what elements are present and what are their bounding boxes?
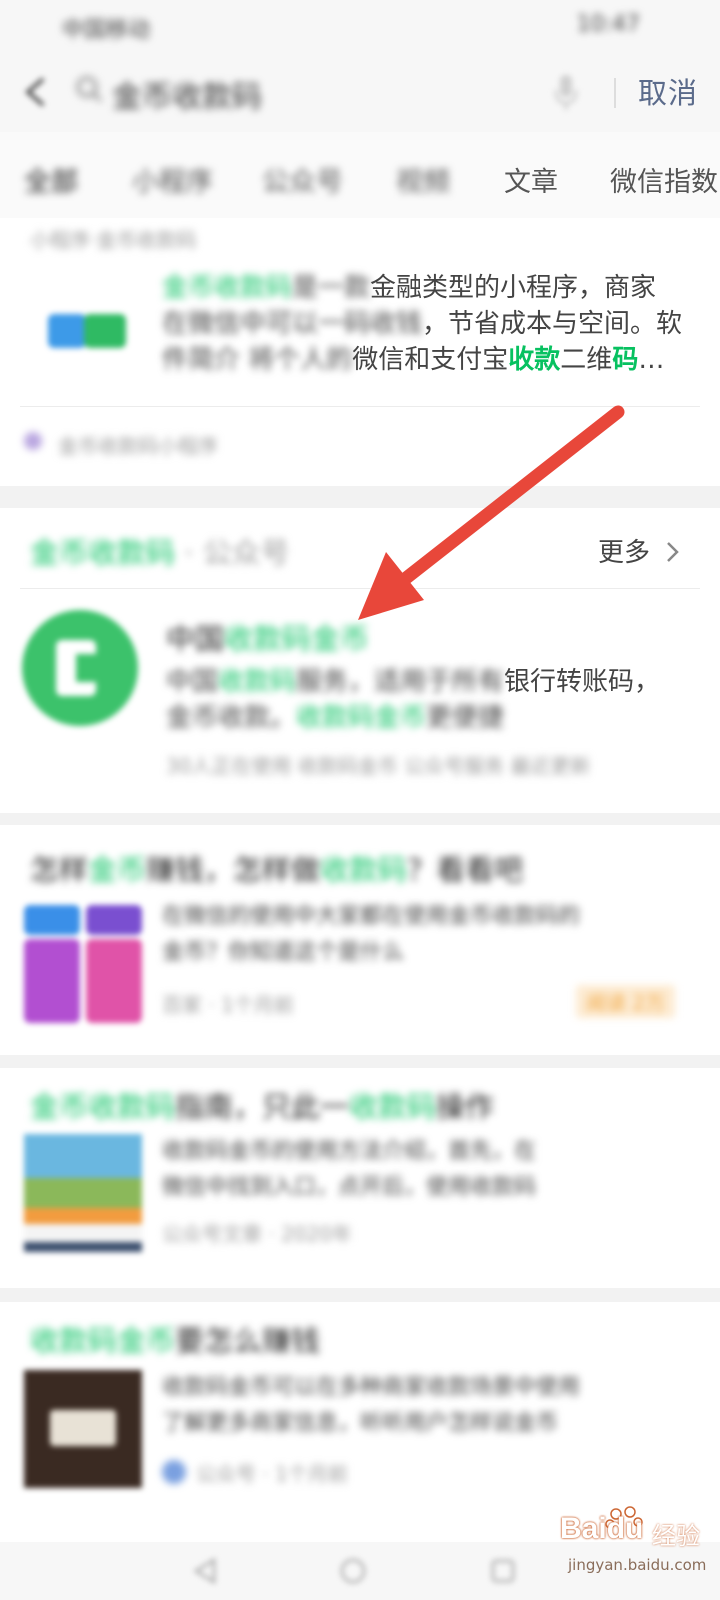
result-description: 金币收款码是一款金融类型的小程序，商家 在微信中可以一码收钱，节省成本与空间。软… — [162, 273, 683, 375]
result-footer: 金币收款码小程序 — [58, 434, 218, 458]
account-footer: 30人正在使用 收款码金币 公众号服务 最近更新 — [166, 754, 591, 778]
result-source-line: 小程序·金币收款码 — [30, 228, 197, 252]
article-snippet: 在微信的使用中大家都在使用金币收款码的 金币？你知道这个是什么 — [162, 904, 581, 965]
official-account-card[interactable]: 金币收款码 · 公众号 更多 中国收款码金币 中国收款码服务，适用于所有银行转账… — [0, 508, 720, 813]
article-title: 怎样金币赚钱，怎样做收款码？看看吧 — [30, 853, 524, 887]
account-description: 中国收款码服务，适用于所有银行转账码， 金币收款。收款码金币更便捷 — [166, 667, 661, 733]
search-icon — [76, 76, 103, 103]
article-title: 金币收款码指南，只此一收款码操作 — [30, 1090, 495, 1124]
tab-all[interactable]: 全部 — [24, 160, 78, 199]
article-meta: 百家 · 1个月前 — [162, 993, 294, 1017]
article-snippet: 收款码金币可以在多种商家收款场景中使用 了解更多商家信息，听听用户怎样说金币 — [162, 1375, 581, 1436]
tab-wechat-index[interactable]: 微信指数 — [610, 160, 718, 199]
card-divider — [20, 406, 700, 407]
search-divider — [614, 78, 616, 108]
microphone-icon[interactable] — [552, 72, 580, 112]
tab-mini-program[interactable]: 小程序 — [132, 160, 213, 199]
article-snippet: 收款码金币的使用方法介绍，首先，在 微信中找到入口，点开后，使用收款码 — [162, 1139, 537, 1200]
article-title: 收款码金币要怎么赚钱 — [30, 1324, 321, 1358]
tab-article[interactable]: 文章 — [504, 160, 558, 199]
chevron-right-icon — [667, 542, 680, 562]
article-meta: 公众号 · 1个月前 — [196, 1462, 348, 1486]
more-link[interactable]: 更多 — [598, 532, 680, 569]
baidu-jingyan-watermark: Baidu 经验 jingyan.baidu.com — [552, 1506, 706, 1590]
carrier-text: 中国移动 — [62, 18, 151, 43]
account-avatar[interactable] — [22, 610, 138, 726]
status-bar: 中国移动 10:47 — [0, 0, 720, 50]
mini-program-badge-icon — [24, 432, 42, 450]
mini-program-logo — [48, 314, 126, 348]
tab-video[interactable]: 视频 — [396, 160, 450, 199]
nav-recents-icon[interactable] — [488, 1556, 518, 1586]
search-bar: 金币收款码 取消 — [0, 50, 720, 132]
tab-official-account[interactable]: 公众号 — [262, 160, 343, 199]
nav-home-icon[interactable] — [338, 1556, 368, 1586]
section-header: 金币收款码 · 公众号 — [30, 536, 290, 570]
author-avatar — [162, 1460, 186, 1484]
time-text: 10:47 — [576, 12, 640, 37]
read-count-badge: 阅读 2万 — [576, 985, 676, 1018]
article-result-card[interactable]: 金币收款码指南，只此一收款码操作 收款码金币的使用方法介绍，首先，在 微信中找到… — [0, 1068, 720, 1288]
mini-program-result-card[interactable]: 小程序·金币收款码 金币收款码是一款金融类型的小程序，商家 在微信中可以一码收钱… — [0, 218, 720, 486]
article-thumbnail — [24, 905, 142, 1023]
cancel-button[interactable]: 取消 — [638, 70, 698, 112]
article-meta: 公众号文章 · 2020年 — [162, 1222, 352, 1246]
search-tabs: 全部 小程序 公众号 视频 文章 微信指数 — [0, 132, 720, 219]
article-thumbnail — [24, 1370, 142, 1488]
card-divider — [20, 588, 700, 589]
article-thumbnail — [24, 1134, 142, 1252]
account-name[interactable]: 中国收款码金币 — [166, 616, 369, 658]
search-input[interactable]: 金币收款码 — [112, 72, 262, 116]
nav-back-icon[interactable] — [190, 1556, 220, 1586]
back-arrow-icon[interactable] — [18, 74, 54, 110]
article-result-card[interactable]: 怎样金币赚钱，怎样做收款码？看看吧 在微信的使用中大家都在使用金币收款码的 金币… — [0, 825, 720, 1055]
